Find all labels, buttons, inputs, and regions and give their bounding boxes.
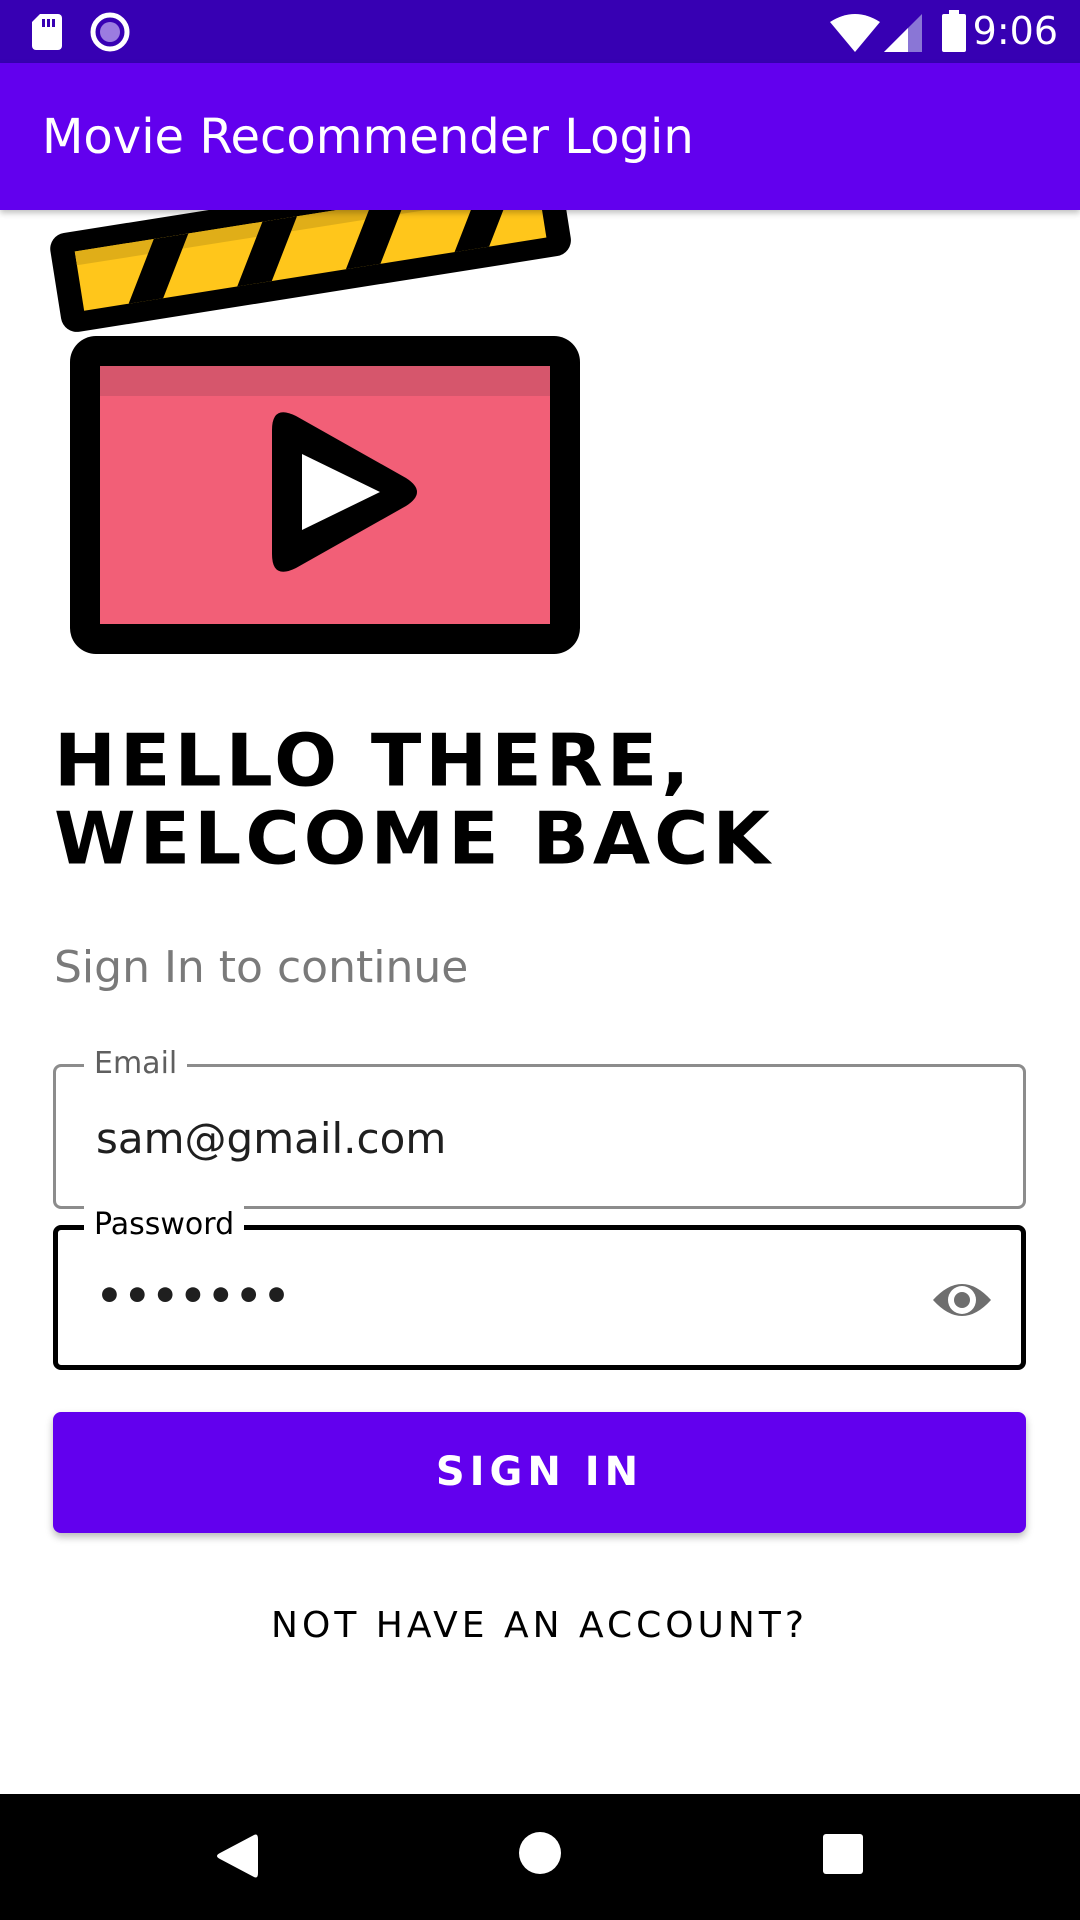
wifi-icon bbox=[830, 14, 880, 52]
signal-icon bbox=[884, 14, 922, 52]
password-value[interactable]: ••••••• bbox=[96, 1270, 291, 1322]
password-field[interactable]: Password ••••••• bbox=[53, 1206, 1026, 1370]
back-icon[interactable] bbox=[214, 1831, 258, 1881]
sign-in-button[interactable]: Sign In bbox=[53, 1412, 1026, 1533]
app-title: Movie Recommender Login bbox=[42, 109, 694, 165]
headline-line-2: welcome back bbox=[54, 797, 774, 882]
status-time: 9:06 bbox=[972, 9, 1058, 53]
battery-icon bbox=[942, 10, 966, 52]
password-label: Password bbox=[84, 1206, 245, 1244]
movie-clapperboard-play-icon bbox=[50, 208, 580, 654]
circle-notification-icon bbox=[90, 12, 130, 52]
status-bar: 9:06 bbox=[0, 0, 1080, 63]
home-icon[interactable] bbox=[518, 1831, 562, 1875]
register-link[interactable]: NOT HAVE AN ACCOUNT? bbox=[53, 1596, 1026, 1656]
app-bar: Movie Recommender Login bbox=[0, 63, 1080, 210]
welcome-headline: Hello there, welcome back bbox=[54, 722, 1034, 879]
email-label: Email bbox=[84, 1045, 188, 1083]
navigation-bar bbox=[0, 1794, 1080, 1920]
recents-icon[interactable] bbox=[823, 1834, 863, 1874]
sd-card-icon bbox=[32, 14, 62, 50]
eye-icon[interactable] bbox=[931, 1274, 993, 1326]
sign-in-subtitle: Sign In to continue bbox=[54, 942, 469, 993]
login-screen: 9:06 Movie Recommender Login Hello there… bbox=[0, 0, 1080, 1920]
email-value[interactable]: sam@gmail.com bbox=[96, 1113, 446, 1165]
headline-line-1: Hello there, bbox=[54, 718, 694, 803]
email-field[interactable]: Email sam@gmail.com bbox=[53, 1045, 1026, 1209]
